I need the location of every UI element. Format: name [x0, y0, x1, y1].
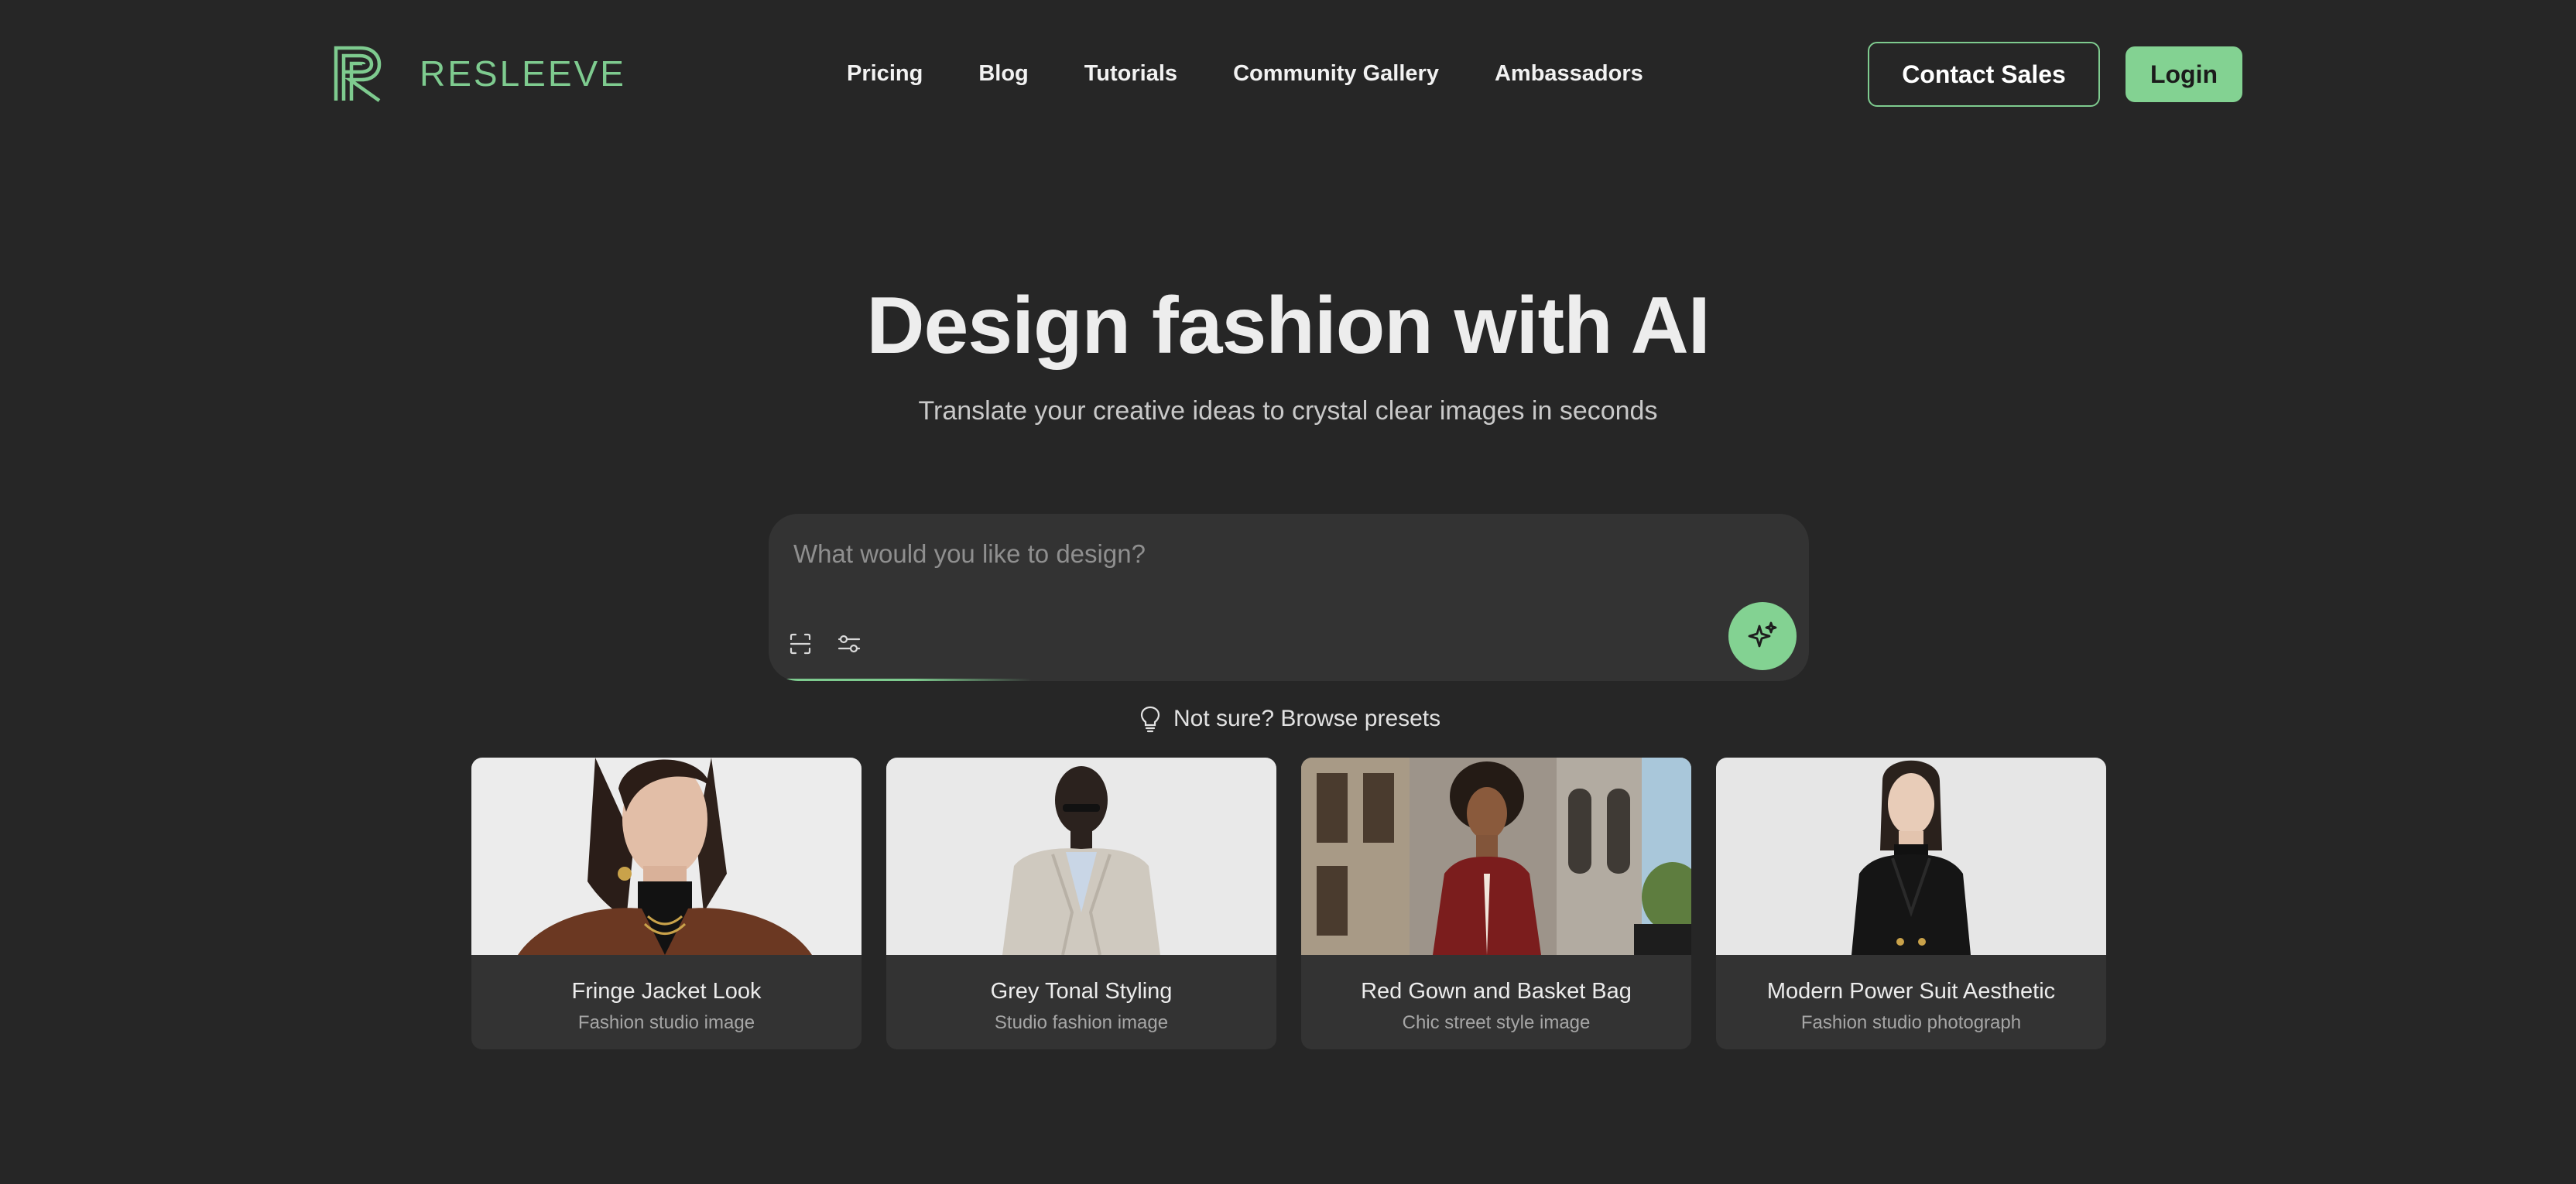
nav-item-pricing[interactable]: Pricing [847, 54, 923, 93]
preset-card-subtitle: Chic street style image [1402, 1012, 1591, 1033]
preset-card-grey-tonal[interactable]: Grey Tonal Styling Studio fashion image [886, 758, 1276, 1049]
nav-item-blog[interactable]: Blog [978, 54, 1028, 93]
preset-image-fringe-jacket [471, 758, 862, 955]
preset-image-power-suit [1716, 758, 2106, 955]
preset-card-subtitle: Studio fashion image [994, 1012, 1169, 1033]
preset-card-title: Grey Tonal Styling [990, 979, 1173, 1004]
preset-cards: Fringe Jacket Look Fashion studio image … [471, 758, 2106, 1049]
red-gown-photo [1301, 758, 1691, 955]
resleeve-logo-icon [334, 46, 382, 102]
preset-card-title: Modern Power Suit Aesthetic [1766, 979, 2056, 1004]
preset-image-red-gown [1301, 758, 1691, 955]
nav-item-community-gallery[interactable]: Community Gallery [1233, 54, 1439, 93]
preset-card-power-suit[interactable]: Modern Power Suit Aesthetic Fashion stud… [1716, 758, 2106, 1049]
login-button[interactable]: Login [2126, 46, 2242, 102]
browse-presets-label: Not sure? Browse presets [1173, 706, 1441, 731]
preset-image-grey-tonal [886, 758, 1276, 955]
contact-sales-button[interactable]: Contact Sales [1868, 42, 2100, 107]
landing-page: RESLEEVE Pricing Blog Tutorials Communit… [0, 0, 2576, 1184]
preset-card-fringe-jacket[interactable]: Fringe Jacket Look Fashion studio image [471, 758, 862, 1049]
nav-item-ambassadors[interactable]: Ambassadors [1495, 54, 1643, 93]
browse-presets-link[interactable]: Not sure? Browse presets [1138, 701, 1440, 737]
preset-card-subtitle: Fashion studio image [577, 1012, 755, 1033]
power-suit-photo [1716, 758, 2106, 955]
scan-icon [790, 633, 811, 655]
hero-title: Design fashion with AI [866, 281, 1710, 371]
prompt-box [769, 514, 1809, 681]
sliders-icon [838, 635, 861, 653]
scan-button[interactable] [783, 627, 817, 661]
hero-subtitle: Translate your creative ideas to crystal… [918, 396, 1658, 426]
generate-button[interactable] [1728, 602, 1797, 670]
preset-card-red-gown[interactable]: Red Gown and Basket Bag Chic street styl… [1301, 758, 1691, 1049]
preset-card-title: Fringe Jacket Look [571, 979, 762, 1004]
grey-tonal-photo [886, 758, 1276, 955]
settings-sliders-button[interactable] [832, 627, 866, 661]
prompt-progress-accent [769, 679, 1032, 681]
preset-card-title: Red Gown and Basket Bag [1361, 979, 1632, 1004]
fringe-jacket-photo [471, 758, 862, 955]
preset-card-subtitle: Fashion studio photograph [1800, 1012, 2022, 1033]
site-header: RESLEEVE Pricing Blog Tutorials Communit… [0, 0, 2576, 147]
lightbulb-icon [1140, 706, 1160, 733]
brand-logo[interactable]: RESLEEVE [333, 45, 626, 102]
sparkles-icon [1748, 621, 1777, 648]
brand-name: RESLEEVE [420, 53, 626, 94]
nav-item-tutorials[interactable]: Tutorials [1084, 54, 1177, 93]
design-prompt-input[interactable] [793, 531, 1722, 577]
main-nav: Pricing Blog Tutorials Community Gallery… [847, 54, 1699, 93]
